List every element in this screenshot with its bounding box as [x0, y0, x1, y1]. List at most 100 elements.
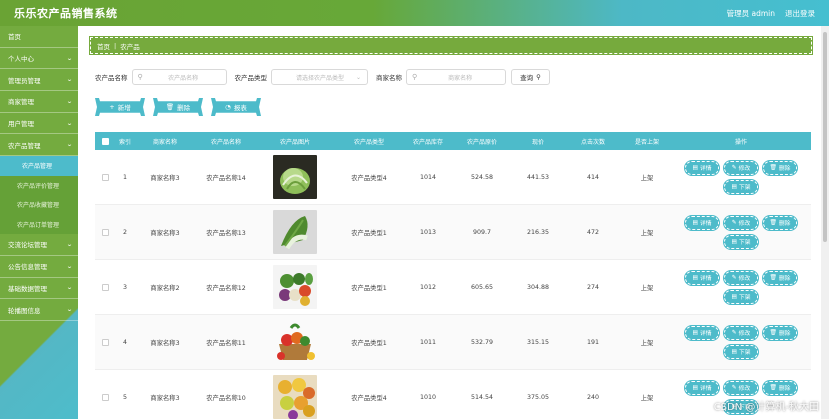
sidebar-item-label: 商家管理 [8, 98, 34, 107]
cell-orig: 514.54 [470, 393, 494, 401]
scrollbar[interactable] [821, 26, 829, 419]
logout-link[interactable]: 退出登录 [785, 8, 815, 19]
chevron-down-icon: ⌄ [66, 284, 73, 292]
row-checkbox-cell[interactable] [95, 228, 115, 236]
delete-button[interactable]: 🗑 删除 [763, 160, 797, 175]
delete-button[interactable]: 🗑 删除 [763, 270, 797, 285]
scrollbar-thumb[interactable] [823, 32, 827, 242]
row-checkbox[interactable] [101, 283, 109, 291]
sidebar-item[interactable]: 个人中心 ⌄ [0, 48, 78, 70]
column-header: 是否上架 [634, 138, 659, 146]
sidebar-item[interactable]: 农产品管理 ⌄ [0, 134, 78, 157]
detail-label: 详情 [699, 166, 712, 172]
detail-button[interactable]: ▤ 详情 [685, 325, 719, 340]
row-checkbox[interactable] [101, 338, 109, 346]
cell-orig: 909.7 [472, 228, 492, 236]
breadcrumb-home[interactable]: 首页 [97, 41, 110, 51]
sidebar-subitem[interactable]: 农产品管理 [0, 156, 78, 176]
sidebar-item[interactable]: 交流论坛管理 ⌄ [0, 234, 78, 256]
chevron-down-icon: ⌄ [66, 240, 73, 248]
breadcrumb-separator: | [114, 41, 117, 50]
detail-button[interactable]: ▤ 详情 [685, 160, 719, 175]
sidebar-item-label: 公告信息管理 [8, 263, 47, 272]
breadcrumb-current: 农产品 [120, 42, 140, 51]
column-header: 农产品类型 [353, 138, 384, 146]
offshelf-button[interactable]: ▤ 下架 [724, 344, 758, 359]
product-image[interactable] [273, 155, 317, 199]
offshelf-icon: ▤ [731, 183, 737, 190]
product-name-input[interactable]: ⚲ 农产品名称 [131, 69, 227, 85]
query-button[interactable]: 查询 ⚲ [511, 69, 550, 85]
delete-button[interactable]: 🗑 删除 [763, 380, 797, 395]
row-checkbox[interactable] [101, 393, 109, 401]
edit-button[interactable]: ✎ 修改 [724, 270, 758, 285]
detail-button[interactable]: ▤ 详情 [685, 270, 719, 285]
row-checkbox-cell[interactable] [95, 173, 115, 181]
select-all-checkbox[interactable] [101, 137, 109, 145]
cell-type: 农产品类型4 [351, 174, 387, 182]
table-row: 3 商家名称2 农产品名称12 农产品类型1 1012 605.65 304.88 274 上架… [95, 260, 811, 315]
delete-button[interactable]: 🗑 删除 [763, 325, 797, 340]
row-checkbox-cell[interactable] [95, 393, 115, 401]
add-button[interactable]: + 新增 [95, 98, 145, 116]
cell-price: 216.35 [526, 228, 550, 236]
chevron-down-icon: ⌄ [66, 262, 73, 270]
row-actions-line: ▤ 下架 [724, 234, 758, 249]
edit-button[interactable]: ✎ 修改 [724, 325, 758, 340]
offshelf-button[interactable]: ▤ 下架 [724, 289, 758, 304]
sidebar-subitem[interactable]: 农产品评价管理 [0, 176, 78, 196]
sidebar-item[interactable]: 首页 [0, 26, 78, 48]
cell-clicks: 274 [586, 283, 600, 291]
sidebar-item[interactable]: 商家管理 ⌄ [0, 91, 78, 113]
edit-label: 修改 [738, 221, 751, 227]
detail-label: 详情 [699, 221, 712, 227]
sidebar-item[interactable]: 用户管理 ⌄ [0, 113, 78, 135]
chevron-down-icon: ⌄ [66, 54, 73, 62]
chevron-down-icon: ⌄ [66, 97, 73, 105]
sidebar-item[interactable]: 轮播图信息 ⌄ [0, 299, 78, 321]
sidebar-item-label: 基础数据管理 [8, 284, 47, 293]
product-photo [273, 265, 317, 309]
edit-button[interactable]: ✎ 修改 [724, 380, 758, 395]
cell-orig: 524.58 [470, 173, 494, 181]
product-image[interactable] [273, 375, 317, 419]
trash-icon: 🗑 [769, 164, 777, 171]
select-all-checkbox-cell[interactable] [95, 137, 115, 145]
row-checkbox-cell[interactable] [95, 338, 115, 346]
user-label[interactable]: 管理员 admin [727, 8, 775, 19]
shop-name-input[interactable]: ⚲ 商家名称 [406, 69, 506, 85]
column-header: 农产品图片 [279, 138, 310, 146]
delete-button[interactable]: 🗑 删除 [763, 215, 797, 230]
report-button[interactable]: ◔ 报表 [211, 98, 261, 116]
product-type-select[interactable]: 请选择农产品类型 ⌄ [271, 69, 368, 85]
edit-label: 修改 [738, 386, 751, 392]
detail-button[interactable]: ▤ 详情 [685, 215, 719, 230]
edit-label: 修改 [738, 166, 751, 172]
product-image[interactable] [273, 265, 317, 309]
sidebar-item[interactable]: 基础数据管理 ⌄ [0, 278, 78, 300]
sidebar-item[interactable]: 公告信息管理 ⌄ [0, 256, 78, 278]
sidebar-item-label: 轮播图信息 [8, 306, 41, 315]
row-checkbox[interactable] [101, 228, 109, 236]
delete-button[interactable]: 🗑 删除 [153, 98, 203, 116]
sidebar-subitem[interactable]: 农产品收藏管理 [0, 195, 78, 215]
cell-price: 315.15 [526, 338, 550, 346]
sidebar-item[interactable]: 管理员管理 ⌄ [0, 69, 78, 92]
row-actions: ▤ 详情 ✎ 修改 🗑 删除 ▤ 下架 [671, 270, 811, 304]
table-row: 1 商家名称3 农产品名称14 农产品类型4 1014 524.58 441.53 414 上架… [95, 150, 811, 205]
sidebar-subitem[interactable]: 农产品订单管理 [0, 215, 78, 235]
offshelf-button[interactable]: ▤ 下架 [724, 234, 758, 249]
edit-button[interactable]: ✎ 修改 [724, 160, 758, 175]
delete-label: 删除 [778, 331, 791, 337]
cell-idx: 3 [122, 283, 127, 291]
product-image[interactable] [273, 210, 317, 254]
detail-button[interactable]: ▤ 详情 [685, 380, 719, 395]
offshelf-button[interactable]: ▤ 下架 [724, 179, 758, 194]
row-checkbox-cell[interactable] [95, 283, 115, 291]
action-bar: + 新增 🗑 删除 ◔ 报表 [95, 98, 261, 116]
edit-button[interactable]: ✎ 修改 [724, 215, 758, 230]
delete-label: 删除 [778, 276, 791, 282]
product-image[interactable] [273, 320, 317, 364]
row-checkbox[interactable] [101, 173, 109, 181]
product-photo [273, 155, 317, 199]
